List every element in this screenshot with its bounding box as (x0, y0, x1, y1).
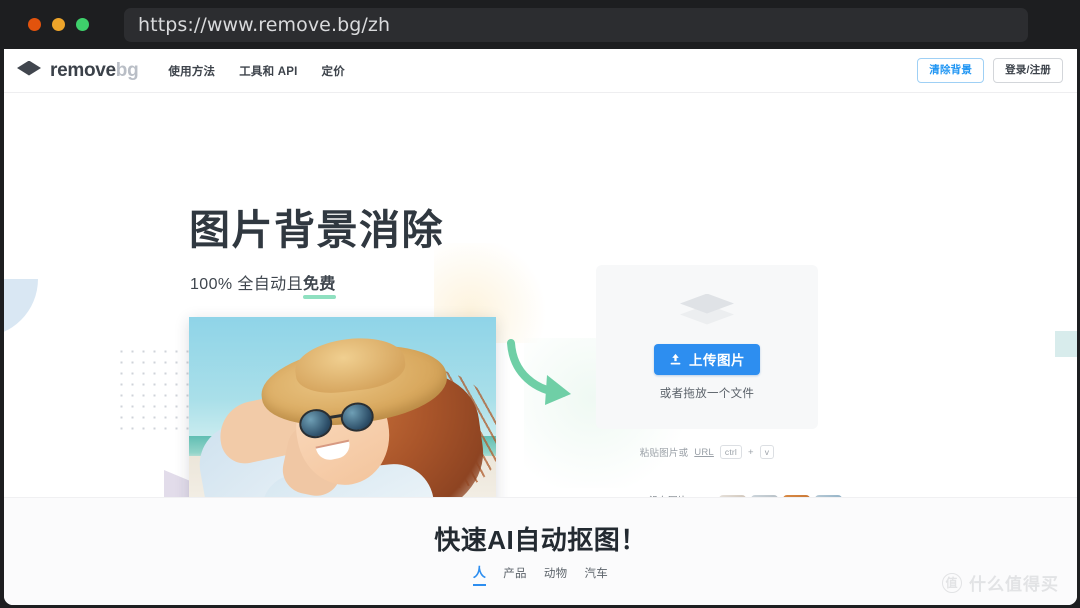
upload-icon (670, 353, 681, 365)
login-signup-button[interactable]: 登录/注册 (993, 58, 1063, 83)
logo-wordmark: removebg (50, 59, 139, 82)
layers-diamond-icon (16, 59, 42, 83)
logo-word-primary: remove (50, 59, 116, 81)
tab-people[interactable]: 人 (472, 562, 487, 586)
upload-image-button[interactable]: 上传图片 (654, 343, 760, 375)
paste-url-link[interactable]: URL (694, 447, 714, 458)
key-v: v (759, 445, 775, 459)
site-logo[interactable]: removebg (16, 59, 139, 83)
main-nav: 使用方法 工具和 API 定价 (168, 63, 344, 79)
hero-subtitle-highlight: 免费 (302, 270, 336, 299)
browser-titlebar: https://www.remove.bg/zh (0, 0, 1080, 49)
person-icon: 人 (472, 565, 487, 580)
address-bar-url: https://www.remove.bg/zh (138, 14, 391, 36)
section-title: 快速AI自动抠图！ (434, 525, 647, 555)
logo-word-secondary: bg (115, 59, 139, 81)
browser-window: https://www.remove.bg/zh removebg 使用方法 工… (0, 0, 1080, 608)
drop-file-hint: 或者拖放一个文件 (659, 387, 755, 400)
site-header: removebg 使用方法 工具和 API 定价 清除背景 登录/注册 (4, 49, 1077, 93)
hero-subtitle-prefix: 100% 全自动且 (190, 276, 303, 293)
page-viewport: removebg 使用方法 工具和 API 定价 清除背景 登录/注册 图片背景… (4, 49, 1077, 605)
remove-background-button[interactable]: 清除背景 (917, 58, 985, 83)
ai-cutout-section: 快速AI自动抠图！ 人 产品 动物 汽车 (4, 497, 1077, 605)
key-plus: + (748, 446, 754, 458)
hero-example-photo (189, 317, 496, 497)
tab-animals[interactable]: 动物 (544, 565, 568, 586)
decorative-blue-quarter-circle (4, 279, 38, 337)
hero-section: 图片背景消除 100% 全自动且 免费 上传图片 或者拖放一个文件 粘贴图片或 … (4, 93, 1077, 497)
page-title: 图片背景消除 (189, 207, 444, 253)
curved-arrow-right-icon (507, 339, 571, 405)
minimize-window-button[interactable] (52, 18, 65, 31)
decorative-dot-grid (116, 346, 196, 436)
category-tabs: 人 产品 动物 汽车 (4, 562, 1077, 586)
nav-item-pricing[interactable]: 定价 (322, 63, 345, 79)
nav-item-tools-api[interactable]: 工具和 API (239, 63, 297, 79)
header-actions: 清除背景 登录/注册 (917, 58, 1063, 83)
tab-products[interactable]: 产品 (503, 565, 527, 586)
close-window-button[interactable] (28, 18, 41, 31)
layers-stack-icon (680, 293, 734, 328)
key-ctrl: ctrl (719, 445, 743, 459)
address-bar[interactable]: https://www.remove.bg/zh (124, 8, 1028, 42)
hero-subtitle: 100% 全自动且 免费 (190, 270, 336, 299)
upload-image-button-label: 上传图片 (689, 353, 745, 368)
window-controls (28, 18, 89, 31)
tab-cars[interactable]: 汽车 (584, 565, 608, 586)
decorative-teal-square (1055, 331, 1077, 357)
maximize-window-button[interactable] (76, 18, 89, 31)
paste-hint-label: 粘贴图片或 (639, 448, 689, 459)
nav-item-how-to[interactable]: 使用方法 (168, 63, 215, 79)
paste-hint-row: 粘贴图片或 URL ctrl + v (596, 445, 818, 459)
upload-dropzone[interactable]: 上传图片 或者拖放一个文件 (596, 265, 818, 429)
